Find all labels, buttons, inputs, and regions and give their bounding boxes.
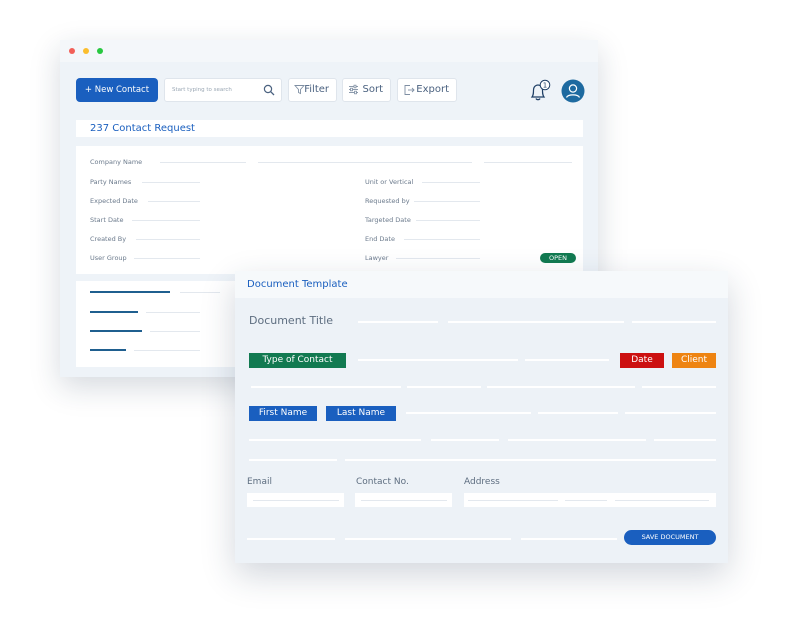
- document-title-label: Document Title: [249, 314, 334, 327]
- type-of-contact-tag[interactable]: Type of Contact: [249, 353, 346, 368]
- search-input[interactable]: Start typing to search: [164, 78, 282, 102]
- email-label: Email: [247, 477, 272, 487]
- placeholder-line: [134, 350, 200, 351]
- footer-line: [247, 538, 335, 540]
- field-line: [416, 220, 480, 221]
- lawyer-label: Lawyer: [365, 254, 389, 262]
- field-line: [136, 239, 200, 240]
- field-line: [404, 239, 480, 240]
- field-line: [422, 182, 480, 183]
- party-names-label: Party Names: [90, 178, 132, 186]
- date-tag[interactable]: Date: [620, 353, 664, 368]
- field-hint-line: [361, 500, 447, 501]
- row-line: [251, 386, 401, 388]
- field-line: [148, 201, 200, 202]
- placeholder-line: [150, 331, 200, 332]
- requested-by-label: Requested by: [365, 197, 410, 205]
- footer-line: [345, 538, 511, 540]
- progress-line: [90, 349, 126, 351]
- document-title-line: [448, 321, 624, 323]
- field-hint-line: [615, 500, 709, 501]
- notification-count: 1: [543, 82, 547, 90]
- close-window-button[interactable]: [69, 48, 75, 54]
- row-line: [642, 386, 716, 388]
- new-contact-button[interactable]: + New Contact: [76, 78, 158, 102]
- start-date-label: Start Date: [90, 216, 124, 224]
- user-avatar-icon[interactable]: [561, 79, 585, 103]
- filter-label: Filter: [304, 84, 329, 95]
- company-name-line: [160, 162, 246, 163]
- document-title-line: [632, 321, 716, 323]
- zoom-window-button[interactable]: [97, 48, 103, 54]
- name-line: [538, 412, 618, 414]
- progress-line: [90, 330, 142, 332]
- search-icon[interactable]: [263, 84, 275, 96]
- export-icon: [404, 85, 415, 95]
- progress-line: [90, 291, 170, 293]
- placeholder-line: [180, 292, 220, 293]
- expected-date-label: Expected Date: [90, 197, 138, 205]
- created-by-label: Created By: [90, 235, 127, 243]
- minimize-window-button[interactable]: [83, 48, 89, 54]
- document-template-title: Document Template: [247, 279, 348, 290]
- row-line: [508, 439, 646, 441]
- placeholder-line: [146, 312, 200, 313]
- search-placeholder: Start typing to search: [172, 87, 232, 93]
- status-badge: OPEN: [540, 253, 576, 263]
- field-hint-line: [253, 500, 339, 501]
- row-line: [345, 459, 716, 461]
- export-button[interactable]: Export: [397, 78, 457, 102]
- request-details-panel: Company Name Party Names Expected Date S…: [76, 146, 583, 274]
- first-name-tag[interactable]: First Name: [249, 406, 317, 421]
- row-line: [487, 386, 635, 388]
- export-label: Export: [416, 84, 449, 95]
- company-name-line: [484, 162, 572, 163]
- contact-line: [358, 359, 518, 361]
- company-name-line: [258, 162, 472, 163]
- user-group-label: User Group: [90, 254, 127, 262]
- field-line: [132, 220, 200, 221]
- request-title: 237 Contact Request: [90, 123, 195, 134]
- document-template-window: Document Template Document Title Type of…: [235, 271, 728, 563]
- window-titlebar: [60, 40, 598, 62]
- document-template-header: Document Template: [235, 271, 728, 298]
- filter-button[interactable]: Filter: [288, 78, 337, 102]
- last-name-tag[interactable]: Last Name: [326, 406, 396, 421]
- client-tag[interactable]: Client: [672, 353, 716, 368]
- document-title-line: [358, 321, 438, 323]
- row-line: [249, 459, 337, 461]
- field-line: [134, 258, 200, 259]
- address-label: Address: [464, 477, 500, 487]
- contact-line: [525, 359, 609, 361]
- field-line: [142, 182, 200, 183]
- contact-no-label: Contact No.: [356, 477, 409, 487]
- row-line: [407, 386, 481, 388]
- request-title-bar: 237 Contact Request: [76, 120, 583, 137]
- sort-sliders-icon: [349, 84, 358, 95]
- field-line: [414, 201, 480, 202]
- name-line: [406, 412, 531, 414]
- save-document-button[interactable]: SAVE DOCUMENT: [624, 530, 716, 545]
- footer-line: [521, 538, 617, 540]
- row-line: [431, 439, 499, 441]
- toolbar: + New Contact Start typing to search Fil…: [76, 78, 596, 103]
- unit-or-vertical-label: Unit or Vertical: [365, 178, 414, 186]
- sort-button[interactable]: Sort: [342, 78, 391, 102]
- end-date-label: End Date: [365, 235, 395, 243]
- name-line: [625, 412, 716, 414]
- row-line: [654, 439, 716, 441]
- progress-line: [90, 311, 138, 313]
- field-hint-line: [468, 500, 558, 501]
- row-line: [249, 439, 421, 441]
- company-name-label: Company Name: [90, 158, 143, 166]
- targeted-date-label: Targeted Date: [365, 216, 411, 224]
- notification-bell-icon[interactable]: 1: [527, 79, 551, 103]
- sort-label: Sort: [362, 84, 384, 95]
- field-hint-line: [565, 500, 607, 501]
- field-line: [396, 258, 480, 259]
